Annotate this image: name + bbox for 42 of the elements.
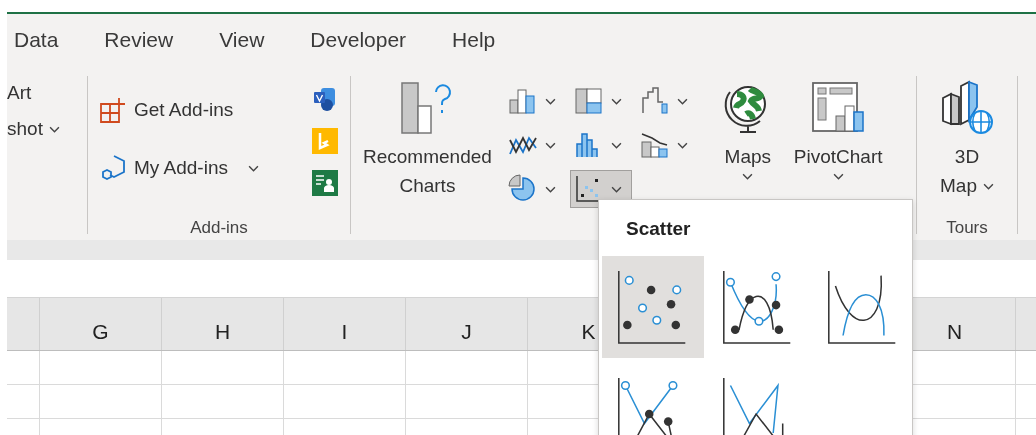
maps-button[interactable]: Maps (719, 80, 776, 180)
group-label: Add-ins (189, 218, 249, 238)
chart-type-icon (507, 174, 538, 204)
caret-icon (610, 185, 622, 193)
ribbon-tab[interactable]: Help (452, 28, 496, 52)
ribbon-tab[interactable]: Developer (310, 28, 407, 52)
caret-icon (610, 97, 622, 105)
column-header[interactable]: I (284, 298, 406, 350)
caret-icon (544, 97, 556, 105)
ribbon-tab[interactable]: View (219, 28, 265, 52)
pivotchart-button[interactable]: PivotChart (793, 80, 883, 180)
caret-icon (742, 173, 754, 180)
group-label: Tours (946, 218, 988, 238)
caret-icon (676, 97, 688, 105)
chart-type-icon (639, 130, 670, 160)
my-add-ins-button[interactable]: My Add-ins (100, 154, 259, 182)
ribbon-button[interactable]: Art (7, 82, 75, 104)
caret-icon (676, 141, 688, 149)
3d-map-button[interactable]: 3D Map (939, 80, 995, 200)
chart-type-icon (639, 86, 670, 116)
menu-title: Scatter (626, 218, 691, 240)
get-add-ins-button[interactable]: Get Add-ins (100, 96, 259, 124)
grid-plus-icon (100, 96, 128, 124)
buildings-globe-icon (939, 80, 995, 136)
column-header[interactable]: G (40, 298, 162, 350)
caret-icon (983, 183, 994, 190)
caret-icon (610, 141, 622, 149)
column-header[interactable]: H (162, 298, 284, 350)
ribbon-button[interactable]: shot (7, 118, 75, 140)
ribbon-tab[interactable]: Review (104, 28, 174, 52)
caret-icon (248, 164, 259, 172)
chart-type-icon (573, 86, 604, 116)
caret-icon (544, 185, 556, 193)
people-app-icon[interactable] (312, 170, 338, 196)
ribbon-tab[interactable]: Data (14, 28, 59, 52)
hexagon-icon (100, 154, 128, 182)
scatter-type-option[interactable] (602, 256, 704, 358)
column-header[interactable]: J (406, 298, 528, 350)
recommended-charts-button[interactable]: Recommended Charts (363, 80, 492, 200)
caret-icon (544, 141, 556, 149)
caret-icon (832, 173, 844, 180)
chart-type-icon (507, 86, 538, 116)
